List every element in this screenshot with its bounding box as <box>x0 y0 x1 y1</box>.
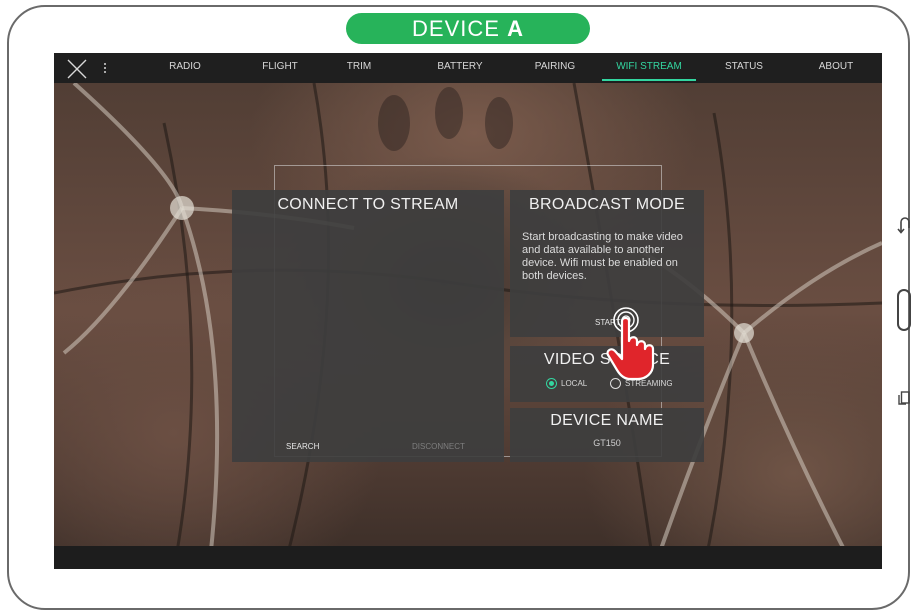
tab-battery[interactable]: BATTERY <box>425 53 495 83</box>
device-name-panel: DEVICE NAME GT150 <box>510 408 704 462</box>
close-icon[interactable] <box>66 58 88 80</box>
tab-status[interactable]: STATUS <box>714 53 774 83</box>
recent-apps-icon[interactable] <box>898 391 910 405</box>
tab-radio[interactable]: RADIO <box>155 53 215 83</box>
device-name-value: GT150 <box>593 438 621 448</box>
more-icon[interactable] <box>102 61 108 75</box>
radio-checked-icon <box>546 378 557 389</box>
app-screen: RADIO FLIGHT TRIM BATTERY PAIRING WIFI S… <box>54 53 882 569</box>
connect-to-stream-panel: CONNECT TO STREAM SEARCH DISCONNECT <box>232 190 504 462</box>
radio-local-label: LOCAL <box>561 379 588 388</box>
device-label-letter: A <box>507 16 524 41</box>
hand-pointer-icon <box>606 307 655 381</box>
broadcast-description: Start broadcasting to make video and dat… <box>522 231 683 282</box>
device-name-title: DEVICE NAME <box>550 412 664 429</box>
tab-flight[interactable]: FLIGHT <box>250 53 310 83</box>
search-button[interactable]: SEARCH <box>286 442 319 451</box>
broadcast-panel-title: BROADCAST MODE <box>529 196 685 213</box>
tab-pairing[interactable]: PAIRING <box>520 53 590 83</box>
device-label-prefix: DEVICE <box>412 16 500 41</box>
top-nav-bar: RADIO FLIGHT TRIM BATTERY PAIRING WIFI S… <box>54 53 882 83</box>
tab-about[interactable]: ABOUT <box>806 53 866 83</box>
back-icon[interactable] <box>897 216 911 234</box>
tab-trim[interactable]: TRIM <box>329 53 389 83</box>
active-tab-indicator <box>602 79 696 81</box>
radio-local[interactable]: LOCAL <box>546 378 587 389</box>
device-label-badge: DEVICE A <box>346 13 590 44</box>
bottom-bar <box>54 546 882 569</box>
disconnect-button[interactable]: DISCONNECT <box>412 442 465 451</box>
connect-panel-title: CONNECT TO STREAM <box>277 196 459 213</box>
home-button[interactable] <box>897 289 911 331</box>
